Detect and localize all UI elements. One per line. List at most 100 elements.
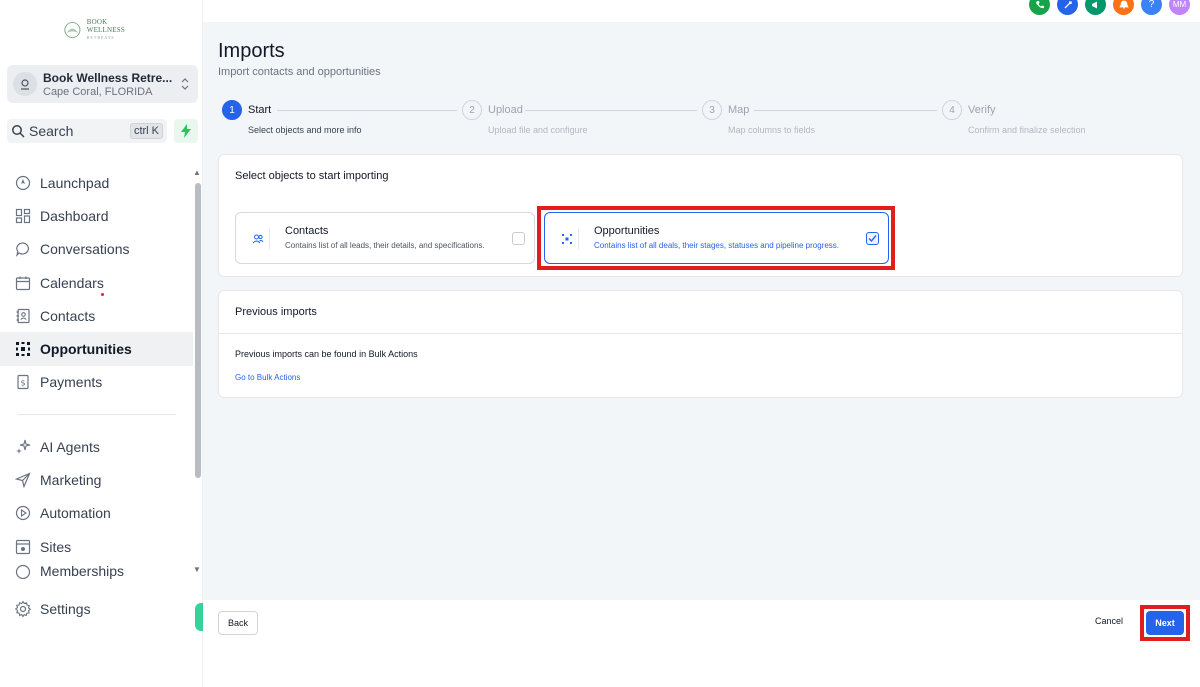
search-shortcut: ctrl K: [129, 123, 163, 139]
cancel-button[interactable]: Cancel: [1095, 616, 1123, 626]
option-title: Contacts: [285, 225, 329, 237]
previous-imports-message: Previous imports can be found in Bulk Ac…: [235, 349, 418, 359]
sidebar-item-conversations[interactable]: Conversations: [0, 233, 193, 266]
sidebar-item-settings[interactable]: Settings: [14, 600, 91, 618]
sidebar-item-opportunities[interactable]: Opportunities: [0, 332, 193, 366]
sidebar-item-label: Automation: [40, 505, 111, 522]
page-title: Imports: [218, 40, 285, 62]
sidebar-item-label: Contacts: [40, 307, 96, 324]
help-icon[interactable]: ?: [1141, 0, 1162, 15]
svg-text:$: $: [20, 379, 25, 388]
sidebar: BOOK WELLNESS RETREATS Book Wellness Ret…: [0, 0, 207, 687]
brand-logo[interactable]: BOOK WELLNESS RETREATS: [62, 18, 144, 42]
search-label: Search: [29, 123, 74, 139]
help-glyph: ?: [1148, 0, 1155, 10]
search-input[interactable]: Search ctrl K: [7, 119, 167, 143]
sidebar-item-sites[interactable]: Sites: [0, 530, 193, 563]
settings-label: Settings: [40, 601, 91, 617]
sidebar-item-label: AI Agents: [40, 438, 100, 455]
card-divider: [219, 333, 1182, 334]
bell-icon[interactable]: [1113, 0, 1134, 15]
location-city: Cape Coral, FLORIDA: [43, 85, 153, 98]
sidebar-item-marketing[interactable]: Marketing: [0, 463, 193, 496]
contacts-icon: [14, 307, 32, 325]
option-description: Contains list of all leads, their detail…: [285, 241, 485, 250]
sidebar-scrollbar[interactable]: [195, 183, 201, 478]
step-number: 4: [942, 100, 962, 120]
topbar: ? MM: [203, 0, 1200, 22]
sidebar-item-ai-agents[interactable]: AI Agents: [0, 430, 193, 463]
grid-icon: [14, 207, 32, 225]
opportunities-icon: [14, 340, 32, 358]
step-number: 1: [222, 100, 242, 120]
sidebar-item-automation[interactable]: Automation: [0, 497, 193, 530]
back-button[interactable]: Back: [218, 611, 258, 635]
sidebar-item-label: Conversations: [40, 241, 130, 258]
sidebar-nav: Launchpad Dashboard Conversations Calend…: [0, 166, 193, 580]
step-description: Upload file and configure: [488, 125, 588, 135]
sidebar-item-label: Marketing: [40, 472, 102, 489]
search-icon: [12, 125, 25, 138]
sidebar-item-launchpad[interactable]: Launchpad: [0, 166, 193, 199]
logo-subtext: RETREATS: [86, 35, 115, 40]
sparkle-icon: [14, 438, 32, 456]
notification-dot: [101, 293, 104, 296]
sidebar-item-calendars[interactable]: Calendars: [0, 266, 193, 299]
step-number: 3: [702, 100, 722, 120]
import-stepper: 1 Start Select objects and more info 2 U…: [222, 100, 1182, 140]
step-start: 1 Start Select objects and more info: [222, 100, 362, 135]
sidebar-item-label: Dashboard: [40, 207, 109, 224]
sidebar-item-label: Opportunities: [40, 341, 132, 358]
settings-gear-icon[interactable]: [1057, 0, 1078, 15]
avatar-initials: MM: [1172, 0, 1187, 9]
step-map: 3 Map Map columns to fields: [702, 100, 815, 135]
step-description: Map columns to fields: [728, 125, 816, 135]
step-upload: 2 Upload Upload file and configure: [462, 100, 588, 135]
sidebar-item-label: Sites: [40, 538, 72, 555]
step-title: Verify: [968, 104, 996, 116]
logo-text: BOOK WELLNESS: [86, 18, 125, 34]
step-title: Map: [728, 104, 750, 116]
location-pin-icon: [13, 72, 37, 96]
chat-icon: [14, 240, 32, 258]
step-connector: [525, 110, 697, 111]
location-name: Book Wellness Retre...: [43, 70, 173, 85]
sidebar-item-label: Payments: [40, 374, 103, 391]
quick-actions-button[interactable]: [174, 119, 198, 143]
previous-imports-card: Previous imports Previous imports can be…: [218, 290, 1183, 398]
scroll-up-icon[interactable]: ▲: [193, 168, 201, 177]
step-description: Select objects and more info: [248, 125, 362, 135]
sidebar-item-label: Launchpad: [40, 174, 110, 191]
sidebar-item-memberships[interactable]: Memberships: [0, 563, 193, 580]
footer-bar: [203, 600, 1200, 687]
step-title: Upload: [488, 104, 523, 116]
memberships-icon: [14, 563, 32, 580]
sidebar-item-contacts[interactable]: Contacts: [0, 299, 193, 332]
step-verify: 4 Verify Confirm and finalize selection: [942, 100, 1086, 135]
previous-imports-heading: Previous imports: [235, 306, 317, 318]
sidebar-item-payments[interactable]: $ Payments: [0, 366, 193, 399]
megaphone-icon[interactable]: [1085, 0, 1106, 15]
sidebar-item-label: Memberships: [40, 563, 125, 580]
calendar-icon: [14, 274, 32, 292]
lightning-icon: [181, 124, 191, 138]
contacts-checkbox[interactable]: [512, 232, 525, 245]
contacts-icon: [246, 229, 270, 249]
payments-icon: $: [14, 373, 32, 391]
step-number: 2: [462, 100, 482, 120]
sidebar-divider: [17, 414, 176, 416]
option-contacts[interactable]: Contacts Contains list of all leads, the…: [235, 212, 535, 264]
bulk-actions-link[interactable]: Go to Bulk Actions: [235, 373, 300, 382]
send-icon: [14, 471, 32, 489]
location-switcher[interactable]: Book Wellness Retre... Cape Coral, FLORI…: [7, 65, 198, 103]
scroll-down-icon[interactable]: ▼: [193, 565, 201, 574]
sidebar-item-dashboard[interactable]: Dashboard: [0, 199, 193, 232]
avatar[interactable]: MM: [1169, 0, 1190, 15]
step-title: Start: [248, 104, 272, 116]
automation-icon: [14, 504, 32, 522]
phone-icon[interactable]: [1029, 0, 1050, 15]
rocket-icon: [14, 174, 32, 192]
highlight-box: [1140, 605, 1190, 641]
sidebar-item-label: Calendars: [40, 274, 104, 291]
page-subtitle: Import contacts and opportunities: [218, 66, 381, 78]
